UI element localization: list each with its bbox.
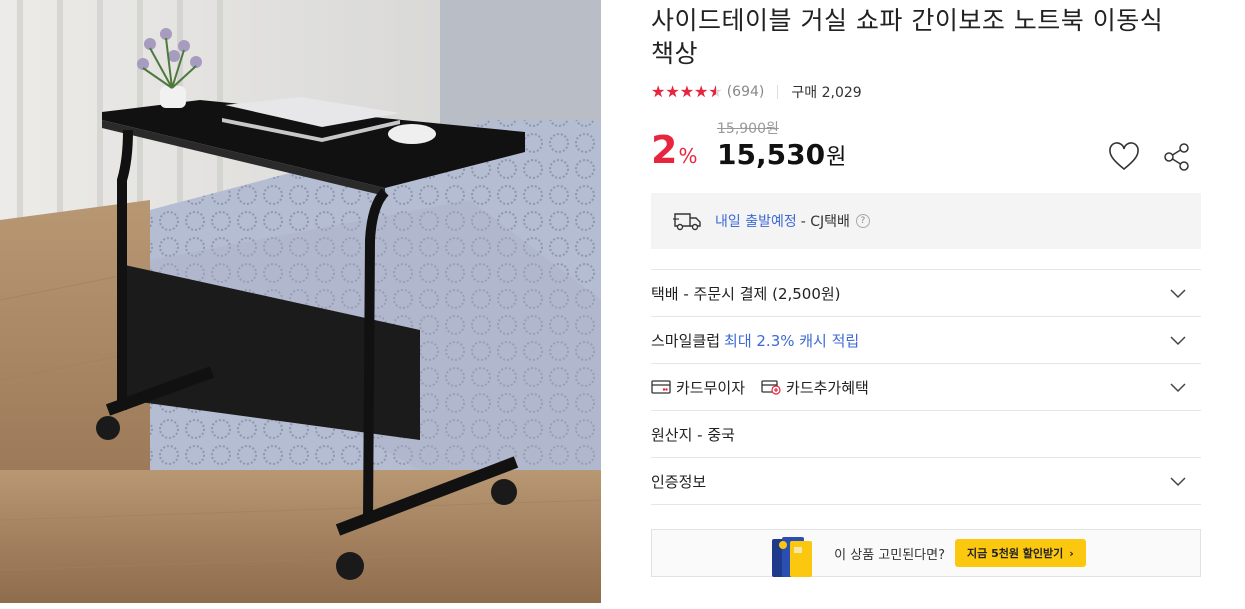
product-image[interactable] [0,0,601,603]
coupon-banner: 이 상품 고민된다면? 지금 5천원 할인받기 › [651,529,1201,577]
star-rating[interactable]: ★★★★★ ★★★★★ [651,84,723,100]
shipping-carrier: - CJ택배 [800,214,850,230]
discount-coupon-label: 지금 5천원 할인받기 [967,547,1064,560]
sale-price-number: 15,530 [717,138,826,171]
chevron-down-icon [1170,383,1186,393]
original-price: 15,900원 [717,121,779,137]
share-button[interactable] [1161,142,1193,172]
card-plus-icon [761,380,781,395]
card-benefits-row[interactable]: 카드무이자 카드추가혜택 [651,364,1201,411]
smile-cash-benefit: 최대 2.3% 캐시 적립 [724,331,860,350]
card-interest-free-label: 카드무이자 [676,378,746,397]
card-extra-benefit-label: 카드추가혜택 [786,378,869,397]
product-info-panel: 사이드테이블 거실 쇼파 간이보조 노트북 이동식 책상 ★★★★★ ★★★★★ … [651,0,1201,577]
certification-label: 인증정보 [651,472,707,491]
share-icon [1164,143,1189,171]
rating-divider [777,85,779,99]
discount-number: 2 [651,128,678,172]
info-rows: 택배 - 주문시 결제 (2,500원) 스마일클럽 최대 2.3% 캐시 적립… [651,269,1201,505]
origin-row: 원산지 - 중국 [651,411,1201,458]
smile-club-label-group: 스마일클럽 최대 2.3% 캐시 적립 [651,330,859,351]
origin-label: 원산지 - 중국 [651,425,735,444]
heart-icon [1109,142,1139,171]
card-benefits-group: 카드무이자 카드추가혜택 [651,377,885,398]
chevron-down-icon [1170,289,1186,299]
price-block: 2% 15,900원 15,530원 [651,118,1201,184]
sale-price: 15,530원 [717,138,846,175]
review-count[interactable]: (694) [727,84,765,100]
card-stack-icon [772,537,813,577]
chevron-right-icon: › [1069,546,1074,560]
chevron-down-icon [1170,477,1186,487]
purchase-count: 구매 2,029 [791,85,862,101]
smile-club-row[interactable]: 스마일클럽 최대 2.3% 캐시 적립 [651,317,1201,364]
star-rating-fill: ★★★★★ [651,84,716,100]
smile-club-label: 스마일클럽 [651,331,721,350]
shipping-info-box: 내일 출발예정 - CJ택배 ? [651,193,1201,249]
delivery-fee-label: 택배 - 주문시 결제 (2,500원) [651,284,841,303]
help-icon[interactable]: ? [855,214,870,228]
discount-rate: 2% [651,130,697,176]
sale-price-unit: 원 [826,145,847,170]
shipping-eta-link[interactable]: 내일 출발예정 [715,211,797,231]
delivery-fee-row[interactable]: 택배 - 주문시 결제 (2,500원) [651,270,1201,317]
card-extra-benefit[interactable]: 카드추가혜택 [761,377,869,398]
credit-card-icon [651,380,671,394]
product-title: 사이드테이블 거실 쇼파 간이보조 노트북 이동식 책상 [651,6,1164,68]
certification-row[interactable]: 인증정보 [651,458,1201,505]
card-interest-free[interactable]: 카드무이자 [651,377,745,398]
wishlist-button[interactable] [1108,142,1140,172]
rating-row: ★★★★★ ★★★★★ (694) 구매 2,029 [651,82,1201,102]
discount-unit: % [678,144,698,168]
truck-icon [673,213,701,231]
discount-coupon-button[interactable]: 지금 5천원 할인받기 › [955,539,1086,567]
chevron-down-icon [1170,336,1186,346]
banner-question: 이 상품 고민된다면? [834,547,946,563]
